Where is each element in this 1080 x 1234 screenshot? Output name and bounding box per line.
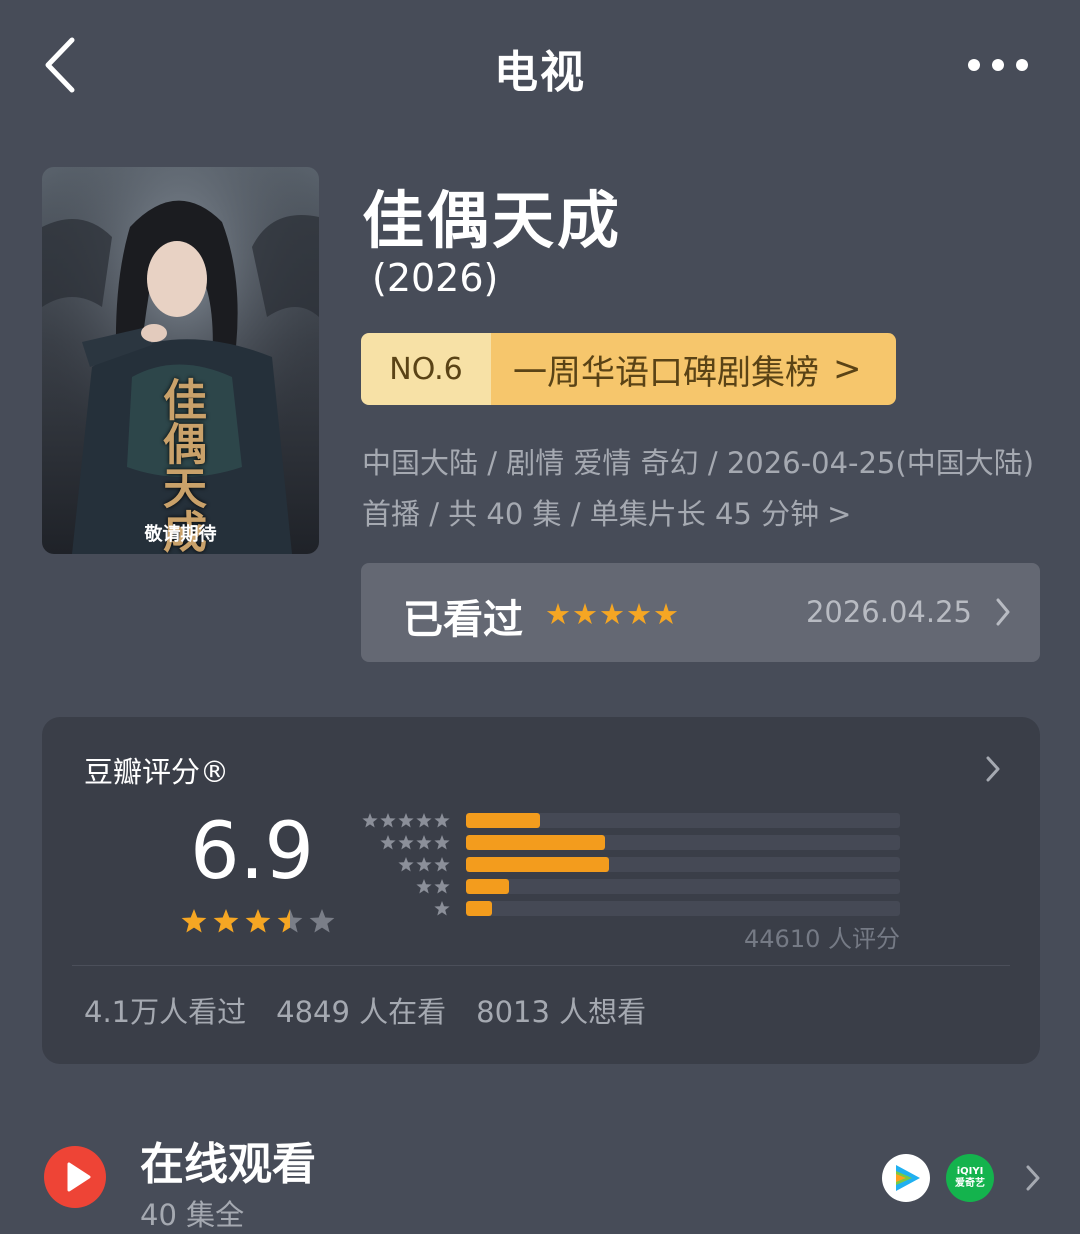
rating-star: [277, 909, 303, 933]
stat-watched: 4.1万人看过: [84, 995, 247, 1029]
tencent-video-icon[interactable]: [882, 1154, 930, 1202]
chevron-right-icon: [996, 598, 1010, 626]
distribution-bar-3-star: [466, 857, 900, 872]
rating-star: [245, 909, 271, 933]
my-rating-bar[interactable]: 已看过 ★★★★★ 2026.04.25: [361, 563, 1040, 662]
top-bar: 电视: [0, 0, 1080, 130]
rating-count: 44610 人评分: [744, 925, 900, 953]
distribution-bar-fill: [466, 857, 610, 872]
online-watch-subtitle: 40 集全: [140, 1198, 245, 1232]
online-watch-row[interactable]: 在线观看 40 集全 iQIYI 爱奇艺: [0, 1120, 1080, 1232]
distribution-star-icon: [416, 879, 432, 894]
distribution-star-labels: [362, 813, 450, 916]
poster-image[interactable]: 佳偶天成 敬请期待: [42, 167, 319, 554]
rank-list-name: 一周华语口碑剧集榜 >: [491, 333, 896, 405]
more-dot-icon: [1016, 59, 1028, 71]
distribution-star-icon: [416, 813, 432, 828]
rating-star: [181, 909, 207, 933]
distribution-bar-fill: [466, 813, 540, 828]
tencent-video-logo: [896, 1165, 920, 1191]
rating-stats: 4.1万人看过 4849 人在看 8013 人想看: [84, 989, 646, 1031]
rating-star: [309, 909, 335, 933]
rank-list-label: 一周华语口碑剧集榜: [513, 352, 819, 393]
distribution-bar-4-star: [466, 835, 900, 850]
distribution-star-icon: [434, 857, 450, 872]
distribution-bar-2-star: [466, 879, 900, 894]
distribution-star-icon: [416, 835, 432, 850]
stat-watching: 4849 人在看: [276, 995, 447, 1029]
distribution-star-icon: [434, 813, 450, 828]
iqiyi-icon[interactable]: iQIYI 爱奇艺: [946, 1154, 994, 1202]
rating-header: 豆瓣评分®: [84, 755, 230, 789]
more-dot-icon: [968, 59, 980, 71]
chevron-right-icon: >: [827, 497, 852, 531]
distribution-star-icon: [362, 813, 378, 828]
chevron-right-icon: >: [833, 349, 862, 389]
poster-caption: 敬请期待: [144, 524, 217, 545]
play-icon: [44, 1146, 106, 1208]
distribution-star-icon: [380, 835, 396, 850]
distribution-bar-fill: [466, 879, 510, 894]
distribution-bar-5-star: [466, 813, 900, 828]
watched-label: 已看过: [403, 597, 523, 643]
distribution-star-icon: [398, 813, 414, 828]
rank-badge[interactable]: NO.6 一周华语口碑剧集榜 >: [361, 333, 896, 405]
online-watch-title: 在线观看: [140, 1139, 316, 1190]
divider: [72, 965, 1010, 966]
distribution-star-icon: [398, 857, 414, 872]
more-dot-icon: [992, 59, 1004, 71]
chevron-right-icon[interactable]: [986, 755, 1000, 783]
meta-text: 中国大陆 / 剧情 爱情 奇幻 / 2026-04-25(中国大陆) 首播 / …: [362, 446, 1035, 531]
distribution-star-icon: [434, 835, 450, 850]
rating-star: [213, 909, 239, 933]
stat-want: 8013 人想看: [476, 995, 647, 1029]
distribution-star-icon: [416, 857, 432, 872]
rating-stars-icon: [181, 909, 335, 933]
douban-rating-card: 豆瓣评分® 6.9 44610 人评分 4.1万人看过 4849 人在看 801…: [42, 717, 1040, 1064]
distribution-bar-1-star: [466, 901, 900, 916]
distribution-bar-fill: [466, 901, 493, 916]
more-options-button[interactable]: [968, 56, 1028, 74]
distribution-star-icon: [434, 901, 450, 916]
show-title: 佳偶天成: [362, 184, 623, 257]
iqiyi-logo-cn: 爱奇艺: [955, 1178, 985, 1189]
page-title: 电视: [494, 47, 586, 98]
distribution-star-icon: [380, 813, 396, 828]
distribution-star-icon: [398, 835, 414, 850]
chevron-right-icon: [1026, 1165, 1040, 1191]
rating-score: 6.9: [190, 807, 315, 897]
rank-number: NO.6: [361, 333, 491, 405]
distribution-star-icon: [434, 879, 450, 894]
show-year: (2026): [372, 256, 499, 300]
watched-date: 2026.04.25: [805, 595, 972, 629]
show-meta-info[interactable]: 中国大陆 / 剧情 爱情 奇幻 / 2026-04-25(中国大陆) 首播 / …: [362, 438, 1052, 540]
rating-distribution: [466, 813, 900, 923]
my-rating-stars: ★★★★★: [545, 597, 680, 631]
distribution-bar-fill: [466, 835, 605, 850]
iqiyi-logo-text: iQIYI: [956, 1166, 984, 1177]
